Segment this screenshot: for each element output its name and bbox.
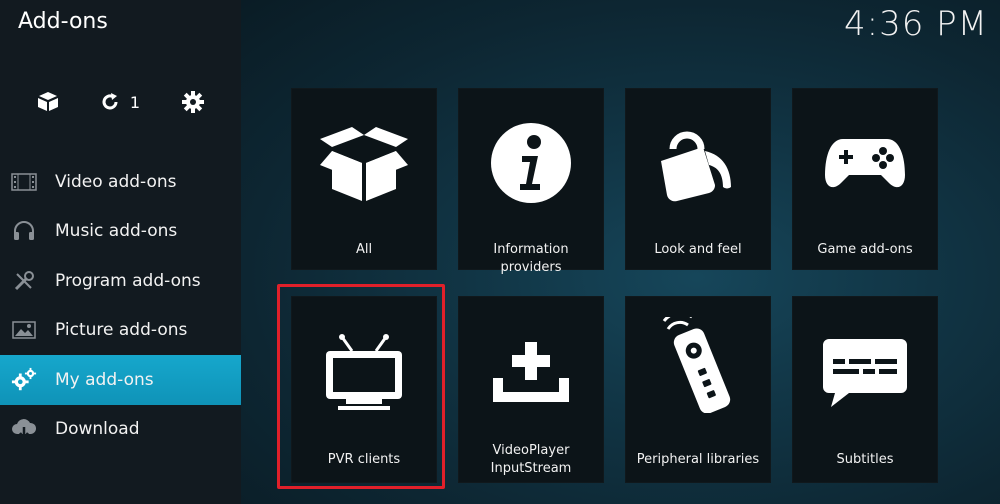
- sidebar-item-my-addons[interactable]: My add-ons: [0, 355, 241, 405]
- sidebar-item-picture-addons[interactable]: Picture add-ons: [0, 306, 241, 356]
- tile-peripheral-libraries[interactable]: Peripheral libraries: [625, 296, 771, 483]
- headphones-icon: [11, 218, 37, 244]
- remote-icon: [626, 317, 770, 413]
- subtitles-icon: [793, 325, 937, 421]
- gamepad-icon: [793, 115, 937, 211]
- sidebar-item-video-addons[interactable]: Video add-ons: [0, 157, 241, 207]
- tile-videoplayer-inputstream[interactable]: VideoPlayer InputStream: [458, 296, 604, 483]
- paint-bucket-icon: [626, 115, 770, 211]
- gear-icon: [182, 91, 204, 113]
- info-icon: [459, 115, 603, 211]
- settings-button[interactable]: [178, 86, 208, 118]
- picture-icon: [11, 317, 37, 343]
- sidebar-item-download[interactable]: Download: [0, 405, 241, 455]
- tile-look-and-feel[interactable]: Look and feel: [625, 88, 771, 270]
- refresh-icon: [102, 93, 118, 110]
- sidebar-item-label: My add-ons: [55, 369, 154, 390]
- sidebar-item-label: Program add-ons: [55, 270, 201, 291]
- page-title: Add-ons: [18, 9, 108, 34]
- tile-game-addons[interactable]: Game add-ons: [792, 88, 938, 270]
- input-tray-icon: [459, 325, 603, 421]
- update-count: 1: [129, 92, 141, 112]
- tile-label: Information providers: [493, 242, 569, 275]
- clock: 4:36 PM: [844, 4, 988, 44]
- gears-icon: [11, 367, 37, 393]
- tile-subtitles[interactable]: Subtitles: [792, 296, 938, 483]
- check-updates-button[interactable]: 1: [94, 86, 146, 118]
- tile-label: All: [355, 242, 373, 257]
- tile-label: Subtitles: [836, 452, 894, 467]
- tile-label-line1: VideoPlayer: [492, 443, 570, 458]
- sidebar-menu: Video add-ons Music add-ons Program add-…: [0, 157, 241, 454]
- tile-label: Look and feel: [654, 242, 742, 257]
- open-box-icon: [292, 115, 436, 211]
- sidebar-toolbar: 1: [0, 86, 241, 118]
- sidebar-item-label: Video add-ons: [55, 171, 177, 192]
- install-from-repo-button[interactable]: [33, 86, 63, 118]
- cloud-download-icon: [11, 416, 37, 442]
- tile-information-providers[interactable]: Information providers: [458, 88, 604, 275]
- tile-all[interactable]: All: [291, 88, 437, 270]
- highlight-frame: [277, 284, 445, 489]
- sidebar-item-label: Picture add-ons: [55, 320, 188, 341]
- sidebar-item-music-addons[interactable]: Music add-ons: [0, 207, 241, 257]
- tile-label: Game add-ons: [817, 242, 913, 257]
- film-icon: [11, 169, 37, 195]
- tile-label: VideoPlayer InputStream: [461, 442, 601, 478]
- sidebar-item-program-addons[interactable]: Program add-ons: [0, 256, 241, 306]
- tile-label-line2: InputStream: [490, 461, 572, 476]
- sidebar-item-label: Download: [55, 419, 140, 440]
- tile-label: Peripheral libraries: [636, 452, 760, 467]
- tools-icon: [11, 268, 37, 294]
- box-icon: [38, 92, 58, 111]
- sidebar-item-label: Music add-ons: [55, 221, 178, 242]
